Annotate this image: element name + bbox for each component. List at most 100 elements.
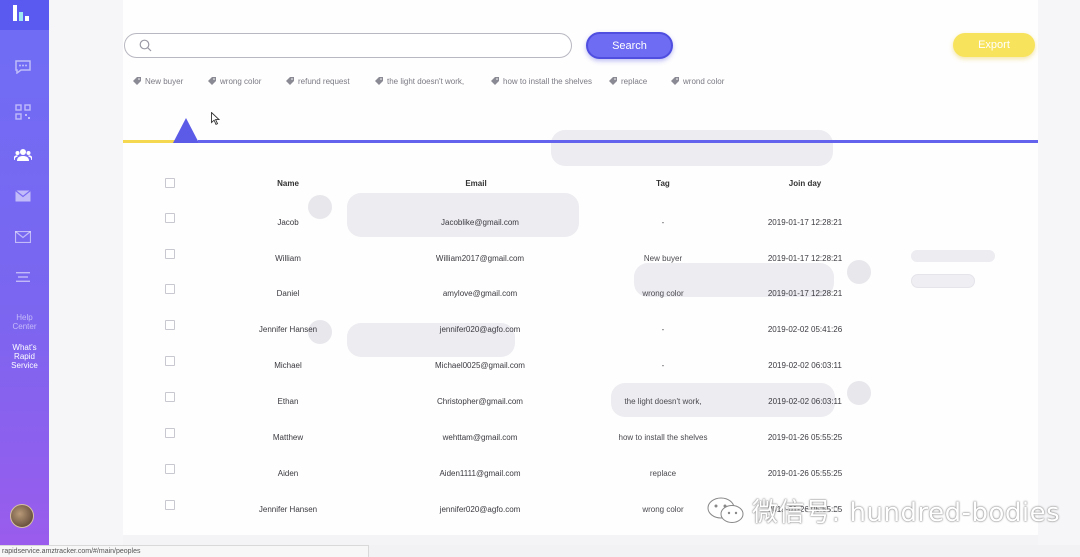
tag-filter-label: wrong color <box>220 76 262 86</box>
row-checkbox[interactable] <box>165 320 175 330</box>
table-row[interactable]: Michael Michael0025@gmail.com - 2019-02-… <box>123 351 1038 381</box>
column-header-join-day[interactable]: Join day <box>789 179 821 188</box>
menu-icon[interactable] <box>12 266 34 288</box>
tag-filter-label: wrond color <box>683 76 725 86</box>
tag-icon <box>375 77 383 85</box>
cell-join-day: 2019-02-02 05:41:26 <box>767 325 843 334</box>
table-row[interactable]: Ethan Christopher@gmail.com the light do… <box>123 387 1038 417</box>
whats-rapid-service-link[interactable]: What's Rapid Service <box>0 343 49 370</box>
tag-icon <box>133 77 141 85</box>
column-header-tag[interactable]: Tag <box>656 179 670 188</box>
cell-join-day: 2019-01-26 05:55:25 <box>767 433 843 442</box>
tag-filter[interactable]: wrong color <box>208 75 286 87</box>
cell-join-day: 2019-02-02 06:03:11 <box>768 361 842 370</box>
cell-join-day: 2019-01-17 12:28:21 <box>767 218 843 227</box>
cell-email: Aiden1111@gmail.com <box>439 469 521 478</box>
search-icon <box>139 39 152 52</box>
table-row[interactable]: Matthew wehttam@gmail.com how to install… <box>123 423 1038 453</box>
cell-email: Christopher@gmail.com <box>437 397 523 406</box>
table-row[interactable]: Jacob Jacoblike@gmail.com - 2019-01-17 1… <box>123 208 1038 238</box>
main-area: Search Export New buyer wrong color refu… <box>49 0 1080 545</box>
chat-icon[interactable] <box>12 56 34 78</box>
logo-icon <box>13 5 29 21</box>
table-row[interactable]: Aiden Aiden1111@gmail.com replace 2019-0… <box>123 459 1038 489</box>
tag-filter[interactable]: how to install the shelves <box>491 75 609 87</box>
cell-tag: wrong color <box>642 505 684 514</box>
tag-icon <box>208 77 216 85</box>
table-row[interactable]: William William2017@gmail.com New buyer … <box>123 244 1038 274</box>
app-logo[interactable] <box>0 0 49 30</box>
row-checkbox[interactable] <box>165 464 175 474</box>
row-checkbox[interactable] <box>165 392 175 402</box>
cell-name: Jennifer Hansen <box>258 505 318 514</box>
mail-icon[interactable] <box>12 226 34 248</box>
tag-filter-label: replace <box>621 76 648 86</box>
watermark-text: 微信号: hundred-bodies <box>752 497 1061 528</box>
tag-filter[interactable]: New buyer <box>133 75 208 87</box>
table-row[interactable]: Jennifer Hansen jennifer020@agfo.com - 2… <box>123 315 1038 345</box>
sidebar: Help Center What's Rapid Service <box>0 0 49 545</box>
wechat-icon <box>707 497 744 523</box>
cell-email: amylove@gmail.com <box>442 289 518 298</box>
cell-tag: - <box>661 325 665 334</box>
tag-filter-label: refund request <box>298 76 350 86</box>
cell-join-day: 2019-01-17 12:28:21 <box>767 254 843 263</box>
table-row[interactable]: Daniel amylove@gmail.com wrong color 201… <box>123 279 1038 309</box>
people-icon[interactable] <box>12 144 34 166</box>
tag-filter[interactable]: wrond color <box>671 75 741 87</box>
watermark: 微信号: hundred-bodies <box>706 494 1061 528</box>
cell-tag: New buyer <box>643 254 683 263</box>
cell-name: Michael <box>274 361 302 370</box>
export-button[interactable]: Export <box>953 33 1035 57</box>
tag-icon <box>286 77 294 85</box>
cell-join-day: 2019-01-17 12:28:21 <box>767 289 843 298</box>
help-center-link[interactable]: Help Center <box>0 313 49 331</box>
row-checkbox[interactable] <box>165 356 175 366</box>
cell-tag: wrong color <box>642 289 684 298</box>
cell-name: William <box>275 254 301 263</box>
cell-tag: replace <box>649 469 677 478</box>
column-header-email[interactable]: Email <box>465 179 486 188</box>
cell-email: William2017@gmail.com <box>435 254 525 263</box>
tag-filter[interactable]: replace <box>609 75 671 87</box>
ghost-bubble <box>551 130 833 166</box>
browser-status-bar: rapidservice.amztracker.com/#/main/peopl… <box>0 545 369 557</box>
cell-email: Michael0025@gmail.com <box>435 361 525 370</box>
avatar[interactable] <box>10 504 34 528</box>
row-checkbox[interactable] <box>165 428 175 438</box>
tab-indicator-triangle-icon <box>173 118 199 143</box>
search-input[interactable] <box>161 38 561 54</box>
row-checkbox[interactable] <box>165 249 175 259</box>
row-checkbox[interactable] <box>165 500 175 510</box>
tag-filter-label: New buyer <box>145 76 184 86</box>
mouse-cursor-icon <box>211 112 220 125</box>
mail-icon[interactable] <box>12 185 34 207</box>
cell-name: Ethan <box>277 397 299 406</box>
cell-tag: - <box>661 361 665 370</box>
tag-icon <box>671 77 679 85</box>
row-checkbox[interactable] <box>165 284 175 294</box>
tag-icon <box>491 77 499 85</box>
cell-join-day: 2019-02-02 06:03:11 <box>768 397 842 406</box>
column-header-name[interactable]: Name <box>277 179 299 188</box>
cell-tag: how to install the shelves <box>618 433 708 442</box>
search-button[interactable]: Search <box>586 32 673 59</box>
cell-email: jennifer020@agfo.com <box>439 325 521 334</box>
cell-name: Daniel <box>276 289 300 298</box>
tab-underline-inactive <box>123 140 175 143</box>
cell-name: Aiden <box>277 469 299 478</box>
cell-tag: - <box>661 218 665 227</box>
tab-underline-active <box>198 140 1038 143</box>
row-checkbox[interactable] <box>165 213 175 223</box>
tag-filter-label: the light doesn't work, <box>387 76 465 86</box>
cell-name: Jacob <box>277 218 299 227</box>
select-all-checkbox[interactable] <box>165 178 175 188</box>
cell-tag: the light doesn't work, <box>624 397 702 406</box>
tag-filter[interactable]: the light doesn't work, <box>375 75 491 87</box>
tag-filter-list: New buyer wrong color refund request the… <box>133 75 741 87</box>
ghost-right-panel <box>1038 0 1080 545</box>
qr-icon[interactable] <box>12 101 34 123</box>
tag-filter[interactable]: refund request <box>286 75 375 87</box>
search-box[interactable] <box>124 33 572 58</box>
cell-email: wehttam@gmail.com <box>442 433 518 442</box>
